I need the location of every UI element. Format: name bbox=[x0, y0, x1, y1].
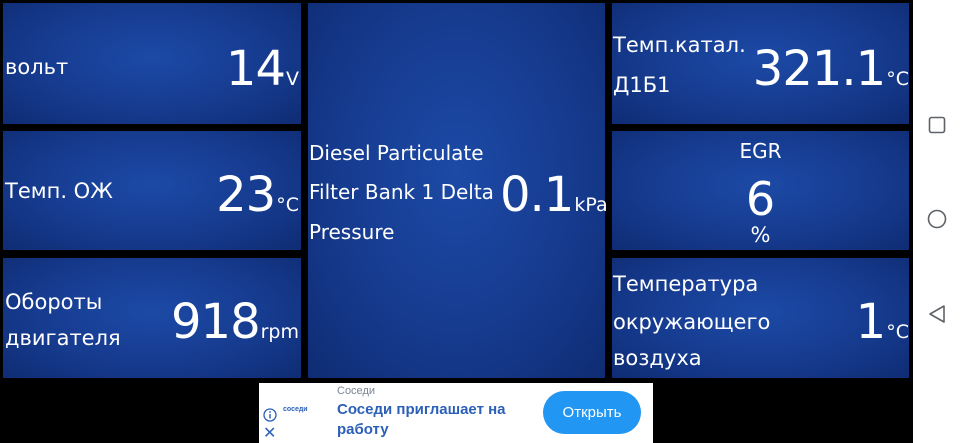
gauge-coolant-unit: °C bbox=[276, 194, 299, 216]
circle-icon bbox=[927, 209, 947, 233]
gauge-dpf-label-1: Diesel Particulate bbox=[309, 141, 484, 165]
gauge-rpm-value: 918rpm bbox=[170, 294, 299, 350]
gauge-rpm[interactable]: Обороты двигателя 918rpm bbox=[3, 258, 301, 378]
gauge-coolant-label: Темп. ОЖ bbox=[5, 179, 113, 203]
gauge-dpf-label-2: Filter Bank 1 Delta bbox=[309, 180, 494, 204]
gauge-coolant-value: 23°C bbox=[216, 167, 299, 223]
gauge-egr-value: 6 bbox=[745, 172, 776, 226]
gauge-dpf-pressure[interactable]: Diesel Particulate Filter Bank 1 Delta P… bbox=[308, 3, 608, 378]
gauge-volt-unit: V bbox=[286, 68, 299, 90]
ad-headline[interactable]: Соседи приглашает на работу bbox=[337, 400, 506, 440]
gauge-egr-label: EGR bbox=[739, 139, 782, 163]
gauge-rpm-label-1: Обороты bbox=[5, 290, 103, 314]
gauge-rpm-label-2: двигателя bbox=[5, 326, 121, 350]
gauge-ambient-label-1: Температура bbox=[613, 272, 759, 296]
back-button[interactable] bbox=[913, 296, 960, 336]
square-icon bbox=[928, 116, 946, 138]
gauge-catalyst-unit: °C bbox=[886, 68, 909, 90]
ad-banner[interactable]: соседи ✕ Соседи Соседи приглашает на раб… bbox=[259, 383, 653, 443]
gauge-rpm-unit: rpm bbox=[260, 321, 299, 343]
gauge-volt-value: 14V bbox=[225, 41, 299, 97]
gauge-catalyst-label-2: Д1Б1 bbox=[613, 73, 671, 97]
gauge-ambient-label-3: воздуха bbox=[613, 346, 702, 370]
close-icon[interactable]: ✕ bbox=[263, 425, 276, 441]
gauge-ambient-label-2: окружающего bbox=[613, 310, 771, 334]
gauge-ambient-value: 1°C bbox=[855, 294, 909, 350]
gauge-egr-unit: % bbox=[750, 223, 771, 247]
gauge-dpf-value: 0.1kPa bbox=[500, 167, 608, 223]
system-navigation-bar bbox=[913, 0, 960, 443]
ad-advertiser: Соседи bbox=[337, 385, 376, 397]
triangle-back-icon bbox=[928, 304, 946, 328]
gauge-ambient-unit: °C bbox=[886, 321, 909, 343]
recents-button[interactable] bbox=[913, 107, 960, 147]
gauge-dpf-unit: kPa bbox=[574, 194, 608, 216]
gauge-dpf-label-3: Pressure bbox=[309, 220, 395, 244]
gauge-catalyst-temp[interactable]: Темп.катал. Д1Б1 321.1°C bbox=[612, 3, 909, 124]
ad-open-button[interactable]: Открыть bbox=[543, 391, 641, 434]
gauge-volt-label: вольт bbox=[5, 55, 69, 79]
gauge-catalyst-value: 321.1°C bbox=[752, 41, 909, 97]
gauge-catalyst-label-1: Темп.катал. bbox=[613, 33, 746, 57]
ad-headline-line-1: Соседи приглашает на bbox=[337, 401, 506, 418]
ad-headline-line-2: работу bbox=[337, 421, 389, 438]
gauge-egr[interactable]: EGR 6 % bbox=[612, 131, 909, 250]
home-button[interactable] bbox=[913, 201, 960, 241]
gauge-volt[interactable]: вольт 14V bbox=[3, 3, 301, 124]
gauge-coolant[interactable]: Темп. ОЖ 23°C bbox=[3, 131, 301, 250]
ad-logo: соседи bbox=[283, 406, 308, 413]
gauge-ambient-temp[interactable]: Температура окружающего воздуха 1°C bbox=[612, 258, 909, 378]
